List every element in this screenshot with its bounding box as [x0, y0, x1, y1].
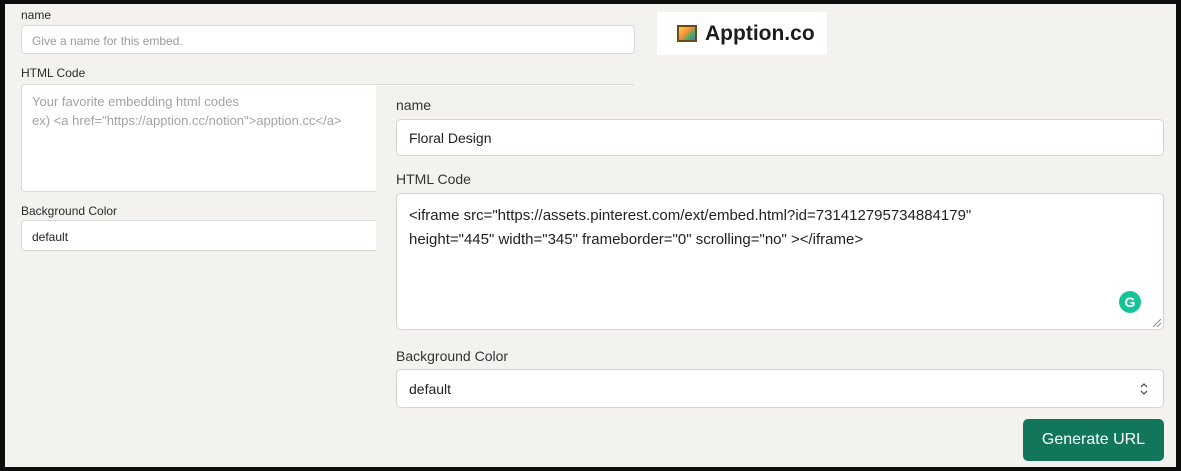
logo-card: Apption.co [657, 12, 827, 55]
app-window: name Give a name for this embed. HTML Co… [0, 0, 1181, 471]
bg-name-label: name [21, 8, 52, 22]
background-color-select[interactable]: default [396, 369, 1164, 408]
bg-html-placeholder-1: Your favorite embedding html codes [32, 94, 239, 109]
background-color-label: Background Color [396, 348, 509, 364]
embed-form-panel: name Floral Design HTML Code <iframe src… [376, 86, 1176, 467]
name-input-value: Floral Design [409, 130, 492, 146]
grammarly-icon[interactable]: G [1119, 291, 1141, 313]
html-code-line-1: <iframe src="https://assets.pinterest.co… [409, 207, 972, 224]
bg-color-value: default [32, 230, 69, 244]
bg-name-placeholder: Give a name for this embed. [32, 34, 183, 48]
html-code-textarea[interactable]: <iframe src="https://assets.pinterest.co… [396, 193, 1164, 330]
name-input[interactable]: Floral Design [396, 119, 1164, 156]
name-label: name [396, 97, 432, 113]
bg-name-input[interactable]: Give a name for this embed. [21, 25, 635, 54]
chevron-up-down-icon [1140, 383, 1148, 395]
resize-handle-icon[interactable] [1153, 319, 1161, 327]
bg-html-label: HTML Code [21, 66, 86, 80]
background-color-value: default [409, 381, 452, 397]
html-code-line-2: height="445" width="345" frameborder="0"… [409, 231, 864, 248]
bg-html-placeholder-2: ex) <a href="https://apption.cc/notion">… [32, 113, 342, 128]
html-code-label: HTML Code [396, 171, 471, 187]
picture-icon [677, 25, 697, 42]
bg-color-label: Background Color [21, 204, 118, 218]
generate-url-button[interactable]: Generate URL [1023, 419, 1164, 461]
logo-text: Apption.co [705, 21, 815, 45]
